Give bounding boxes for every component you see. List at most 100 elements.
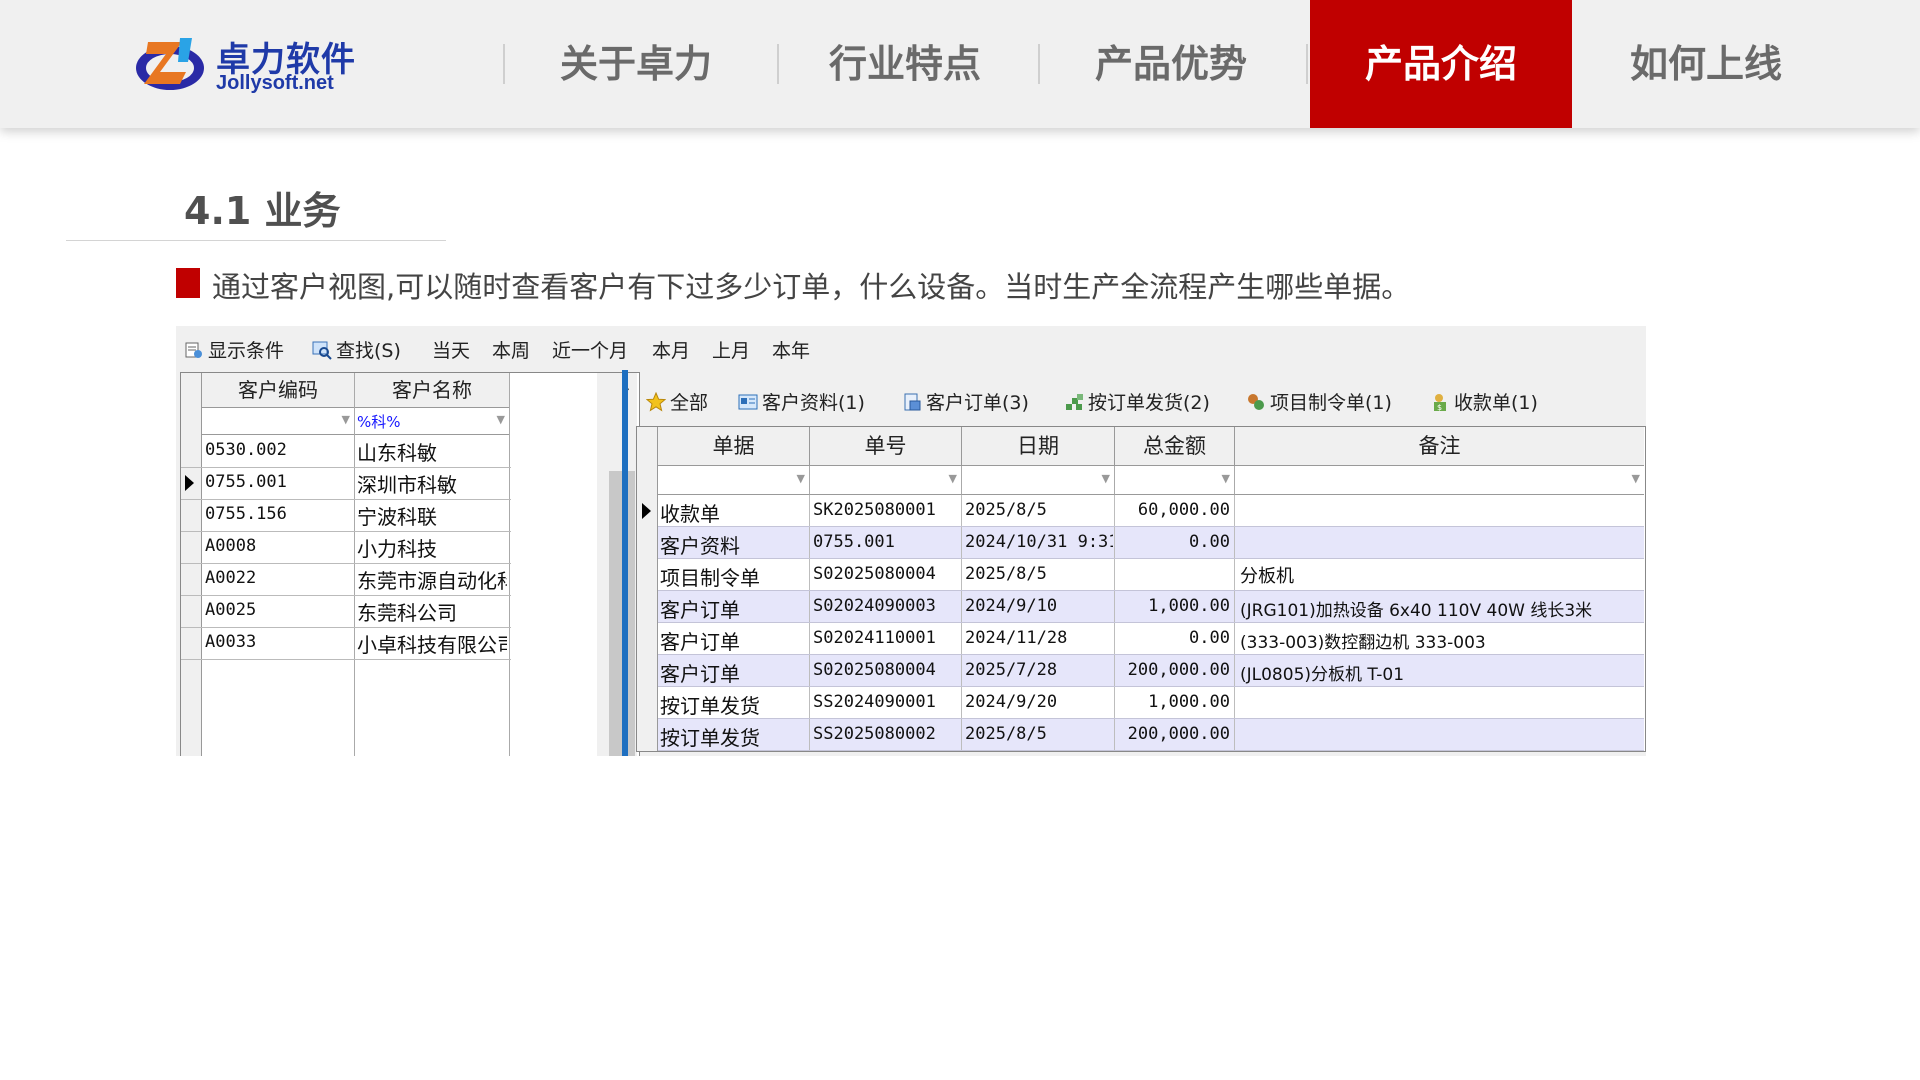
- tab-customer-info-label: 客户资料(1): [762, 392, 865, 414]
- doc-amount-header[interactable]: 总金额: [1115, 427, 1235, 466]
- top-nav-bar: 卓力软件 Jollysoft.net 关于卓力 行业特点 产品优势 产品介绍 如…: [0, 0, 1920, 128]
- document-grid: 单据 单号 日期 总金额 备注 ▼ ▼ ▼ ▼ ▼ 收款单 SK20250800…: [636, 426, 1646, 752]
- doc-note-cell: 分板机: [1240, 566, 1294, 587]
- toolbar-today-button[interactable]: 当天: [432, 336, 470, 363]
- work-order-icon: [1246, 392, 1266, 412]
- toolbar-search-button[interactable]: 查找(S): [312, 336, 401, 363]
- customer-row-selected[interactable]: 0755.001 深圳市科敏: [181, 467, 511, 500]
- section-title: 4.1 业务: [184, 189, 341, 233]
- customer-grid: 客户编码 客户名称 ▼ %科% ▼ 0530.002 山东科敏 0755.001…: [180, 372, 640, 756]
- doc-date-header[interactable]: 日期: [962, 427, 1115, 466]
- doc-number-header[interactable]: 单号: [810, 427, 962, 466]
- doc-number-cell: S02025080004: [813, 660, 936, 680]
- chevron-down-icon: ▼: [948, 472, 957, 485]
- customer-row[interactable]: A0025 东莞科公司: [181, 595, 511, 628]
- tab-customer-order[interactable]: 客户订单(3): [902, 388, 1029, 415]
- toolbar-search-label: 查找(S): [336, 340, 401, 362]
- chevron-down-icon: ▼: [496, 413, 505, 426]
- doc-date-cell: 2024/9/10: [965, 596, 1058, 616]
- doc-type-cell: 客户资料: [660, 534, 740, 558]
- customer-code-cell: A0033: [205, 632, 257, 652]
- doc-note-filter[interactable]: ▼: [1235, 466, 1644, 495]
- customer-grid-scrollbar[interactable]: ⌃: [597, 373, 637, 756]
- receipt-icon: $: [1430, 392, 1450, 412]
- document-row[interactable]: 客户资料 0755.001 2024/10/31 9:31 0.00: [658, 527, 1644, 559]
- doc-type-cell: 按订单发货: [660, 694, 760, 718]
- customer-row[interactable]: 0755.156 宁波科联: [181, 499, 511, 532]
- svg-text:$: $: [1437, 403, 1442, 412]
- tab-all-label: 全部: [670, 392, 709, 414]
- doc-number-cell: S02024090003: [813, 596, 936, 616]
- doc-type-filter[interactable]: ▼: [658, 466, 810, 495]
- customer-name-header[interactable]: 客户名称: [355, 373, 510, 408]
- doc-number-cell: S02024110001: [813, 628, 936, 648]
- toolbar-this-year-button[interactable]: 本年: [772, 336, 810, 363]
- doc-date-cell: 2025/8/5: [965, 500, 1047, 520]
- doc-amount-cell: 200,000.00: [1127, 724, 1230, 744]
- doc-type-cell: 客户订单: [660, 630, 740, 654]
- customer-row[interactable]: 0530.002 山东科敏: [181, 435, 511, 468]
- doc-amount-cell: 1,000.00: [1148, 596, 1230, 616]
- tab-customer-info[interactable]: 客户资料(1): [738, 388, 865, 415]
- toolbar-prev-month-button[interactable]: 上月: [712, 336, 750, 363]
- doc-number-cell: S02025080004: [813, 564, 936, 584]
- doc-amount-cell: 200,000.00: [1127, 660, 1230, 680]
- tab-shipment-label: 按订单发货(2): [1088, 392, 1210, 414]
- nav-item-industry[interactable]: 行业特点: [774, 0, 1036, 128]
- bullet-text: 通过客户视图,可以随时查看客户有下过多少订单，什么设备。当时生产全流程产生哪些单…: [212, 270, 1411, 304]
- document-row[interactable]: 按订单发货 SS2024090001 2024/9/20 1,000.00: [658, 687, 1644, 719]
- shipment-icon: [1064, 392, 1084, 412]
- chevron-down-icon: ▼: [1101, 472, 1110, 485]
- customer-code-filter[interactable]: ▼: [202, 408, 355, 435]
- doc-number-cell: SK2025080001: [813, 500, 936, 520]
- toolbar-this-week-button[interactable]: 本周: [492, 336, 530, 363]
- tab-work-order-label: 项目制令单(1): [1270, 392, 1392, 414]
- logo[interactable]: 卓力软件 Jollysoft.net: [130, 30, 360, 100]
- nav-item-go-live[interactable]: 如何上线: [1575, 0, 1837, 128]
- doc-type-header[interactable]: 单据: [658, 427, 810, 466]
- doc-date-cell: 2024/9/20: [965, 692, 1058, 712]
- star-icon: [645, 391, 667, 412]
- nav-item-about[interactable]: 关于卓力: [505, 0, 767, 128]
- tab-shipment-by-order[interactable]: 按订单发货(2): [1064, 388, 1210, 415]
- customer-row[interactable]: A0008 小力科技: [181, 531, 511, 564]
- customer-code-cell: 0530.002: [205, 440, 287, 460]
- toolbar-last-month-range-button[interactable]: 近一个月: [552, 336, 628, 363]
- tab-receipt[interactable]: $ 收款单(1): [1430, 388, 1538, 415]
- customer-row[interactable]: A0022 东莞市源自动化科技: [181, 563, 511, 596]
- section-divider: [66, 240, 446, 241]
- doc-note-header[interactable]: 备注: [1235, 427, 1644, 466]
- document-row[interactable]: 客户订单 S02024090003 2024/9/10 1,000.00 (JR…: [658, 591, 1644, 623]
- document-row[interactable]: 项目制令单 S02025080004 2025/8/5 分板机: [658, 559, 1644, 591]
- doc-number-cell: 0755.001: [813, 532, 895, 552]
- logo-mark-icon: [136, 38, 204, 90]
- chevron-down-icon: ▼: [341, 413, 350, 426]
- customer-name-filter[interactable]: %科% ▼: [355, 408, 510, 435]
- customer-code-cell: A0022: [205, 568, 257, 588]
- document-row-selected[interactable]: 收款单 SK2025080001 2025/8/5 60,000.00: [642, 495, 1644, 527]
- tab-work-order[interactable]: 项目制令单(1): [1246, 388, 1392, 415]
- doc-number-filter[interactable]: ▼: [810, 466, 962, 495]
- doc-amount-cell: 0.00: [1189, 532, 1230, 552]
- doc-amount-filter[interactable]: ▼: [1115, 466, 1235, 495]
- doc-number-cell: SS2025080002: [813, 724, 936, 744]
- customer-code-header[interactable]: 客户编码: [202, 373, 355, 408]
- doc-date-cell: 2025/7/28: [965, 660, 1058, 680]
- document-row[interactable]: 客户订单 S02025080004 2025/7/28 200,000.00 (…: [658, 655, 1644, 687]
- document-row[interactable]: 按订单发货 SS2025080002 2025/8/5 200,000.00: [658, 719, 1644, 751]
- doc-type-cell: 收款单: [660, 502, 720, 526]
- doc-date-filter[interactable]: ▼: [962, 466, 1115, 495]
- doc-type-cell: 项目制令单: [660, 566, 760, 590]
- customer-code-cell: A0025: [205, 600, 257, 620]
- doc-date-cell: 2025/8/5: [965, 724, 1047, 744]
- panel-splitter[interactable]: [622, 370, 628, 756]
- document-row[interactable]: 客户订单 S02024110001 2024/11/28 0.00 (333-0…: [658, 623, 1644, 655]
- toolbar-filter-button[interactable]: 显示条件: [184, 336, 284, 363]
- customer-name-cell: 东莞市源自动化科技: [357, 569, 507, 593]
- doc-date-cell: 2024/10/31 9:31: [965, 532, 1113, 552]
- nav-item-advantages[interactable]: 产品优势: [1040, 0, 1302, 128]
- customer-row[interactable]: A0033 小卓科技有限公司: [181, 627, 511, 660]
- nav-item-products[interactable]: 产品介绍: [1310, 0, 1572, 128]
- toolbar-this-month-button[interactable]: 本月: [652, 336, 690, 363]
- tab-all[interactable]: 全部: [645, 388, 709, 415]
